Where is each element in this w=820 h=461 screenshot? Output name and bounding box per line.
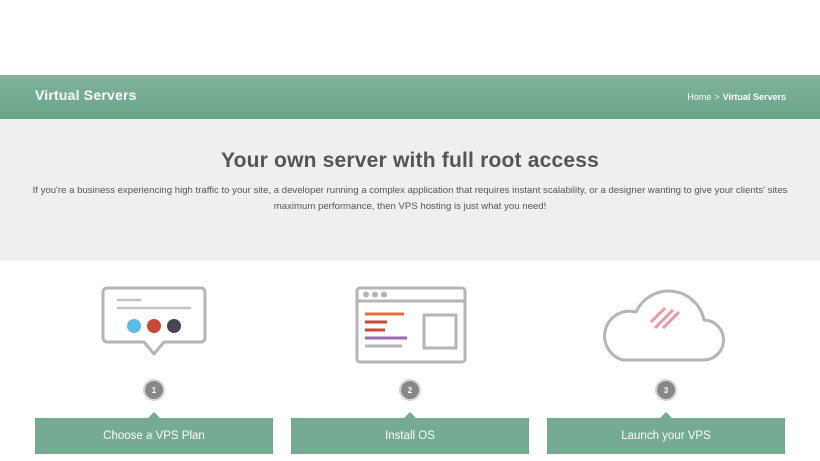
breadcrumb-separator: > [714, 92, 720, 102]
step-number-badge: 2 [399, 379, 421, 401]
breadcrumb: Home > Virtual Servers [687, 92, 786, 102]
breadcrumb-home-link[interactable]: Home [687, 92, 711, 102]
step-label[interactable]: Launch your VPS [547, 412, 785, 454]
chat-bubble-icon [35, 284, 273, 370]
step-install-os: 2 Install OS [291, 260, 529, 461]
breadcrumb-current: Virtual Servers [722, 92, 786, 102]
step-label[interactable]: Install OS [291, 412, 529, 454]
browser-window-icon [291, 284, 529, 370]
cloud-icon [547, 284, 785, 370]
step-choose-plan: 1 Choose a VPS Plan [35, 260, 273, 461]
hero-section: Your own server with full root access If… [0, 119, 820, 260]
page-header: Virtual Servers Home > Virtual Servers [0, 75, 820, 119]
step-number-badge: 3 [655, 379, 677, 401]
steps-section: 1 Choose a VPS Plan 2 Install OS 3 Launc… [0, 260, 820, 461]
hero-description: If you're a business experiencing high t… [32, 185, 788, 212]
top-bar [0, 0, 820, 75]
page-title: Virtual Servers [35, 87, 137, 103]
step-label[interactable]: Choose a VPS Plan [35, 412, 273, 454]
hero-title: Your own server with full root access [220, 149, 600, 172]
step-launch-vps: 3 Launch your VPS [547, 260, 785, 461]
step-number-badge: 1 [143, 379, 165, 401]
